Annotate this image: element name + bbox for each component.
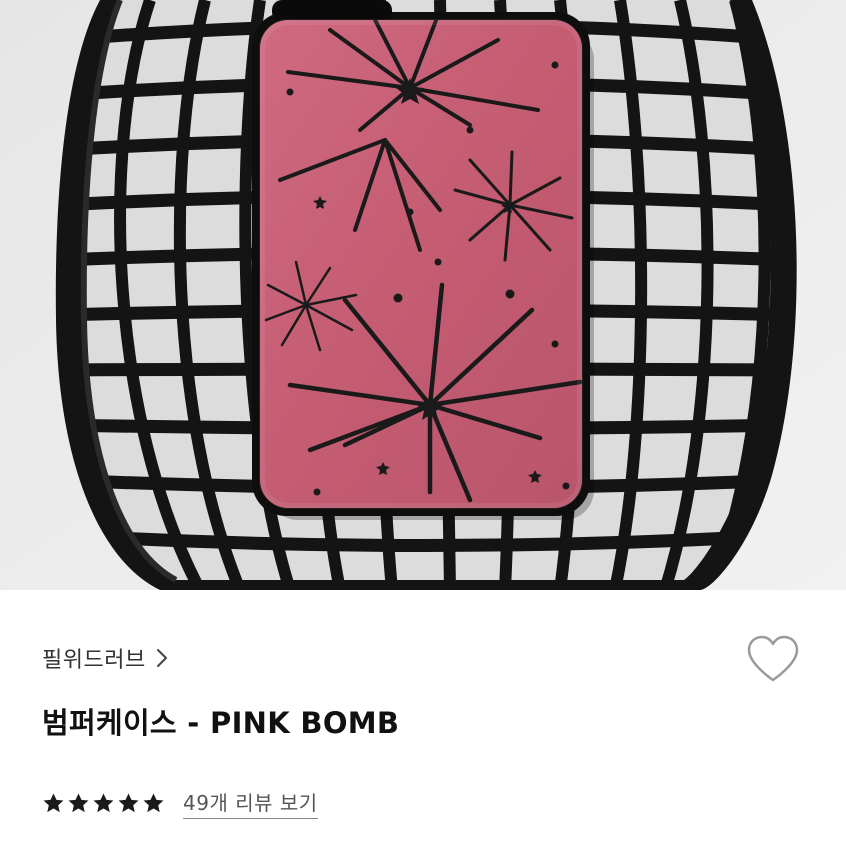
star-filled-icon [43,792,64,812]
brand-link[interactable]: 필위드러브 [42,642,168,674]
brand-name: 필위드러브 [42,648,146,673]
star-rating [42,792,165,815]
review-link[interactable]: 49개 리뷰 보기 [183,787,318,819]
star-filled-icon [118,792,139,812]
product-photo [0,0,846,590]
rating-row: 49개 리뷰 보기 [42,786,318,820]
heart-outline-icon [746,635,800,687]
star-filled-icon [143,792,164,812]
star-filled-icon [68,792,89,812]
product-title: 범퍼케이스 - PINK BOMB [42,706,400,740]
wishlist-button[interactable] [744,634,802,688]
chevron-right-icon [156,648,168,668]
product-page: 필위드러브 범퍼케이스 - PINK BOMB 49개 리뷰 보기 [0,0,846,846]
product-image[interactable] [0,0,846,590]
star-filled-icon [93,792,114,812]
